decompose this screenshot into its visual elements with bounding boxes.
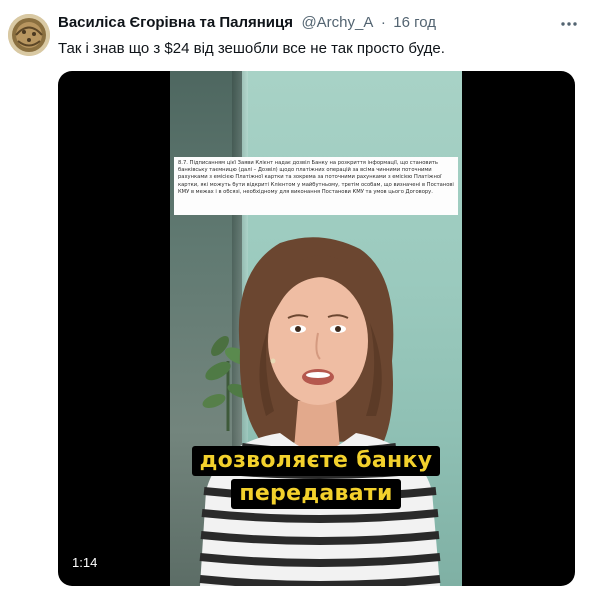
tweet-header: Василіса Єгорівна та Паляниця @Archy_A ·…	[58, 14, 578, 36]
separator-dot: ·	[380, 14, 386, 31]
video-frame: 8.7. Підписанням цієї Заяви Клієнт надає…	[170, 71, 462, 586]
speaker-image	[199, 237, 441, 586]
video-duration: 1:14	[72, 555, 98, 570]
video-player[interactable]: 8.7. Підписанням цієї Заяви Клієнт надає…	[58, 71, 575, 586]
tweet-time[interactable]: 16 год	[393, 14, 436, 31]
avatar[interactable]	[8, 14, 50, 56]
tweet-card[interactable]: Василіса Єгорівна та Паляниця @Archy_A ·…	[0, 0, 593, 595]
more-horizontal-icon[interactable]	[559, 14, 579, 34]
author-name[interactable]: Василіса Єгорівна та Паляниця	[58, 14, 293, 31]
tweet-text: Так і знав що з $24 від зешобли все не т…	[58, 40, 445, 57]
author-handle[interactable]: @Archy_A	[301, 14, 373, 31]
